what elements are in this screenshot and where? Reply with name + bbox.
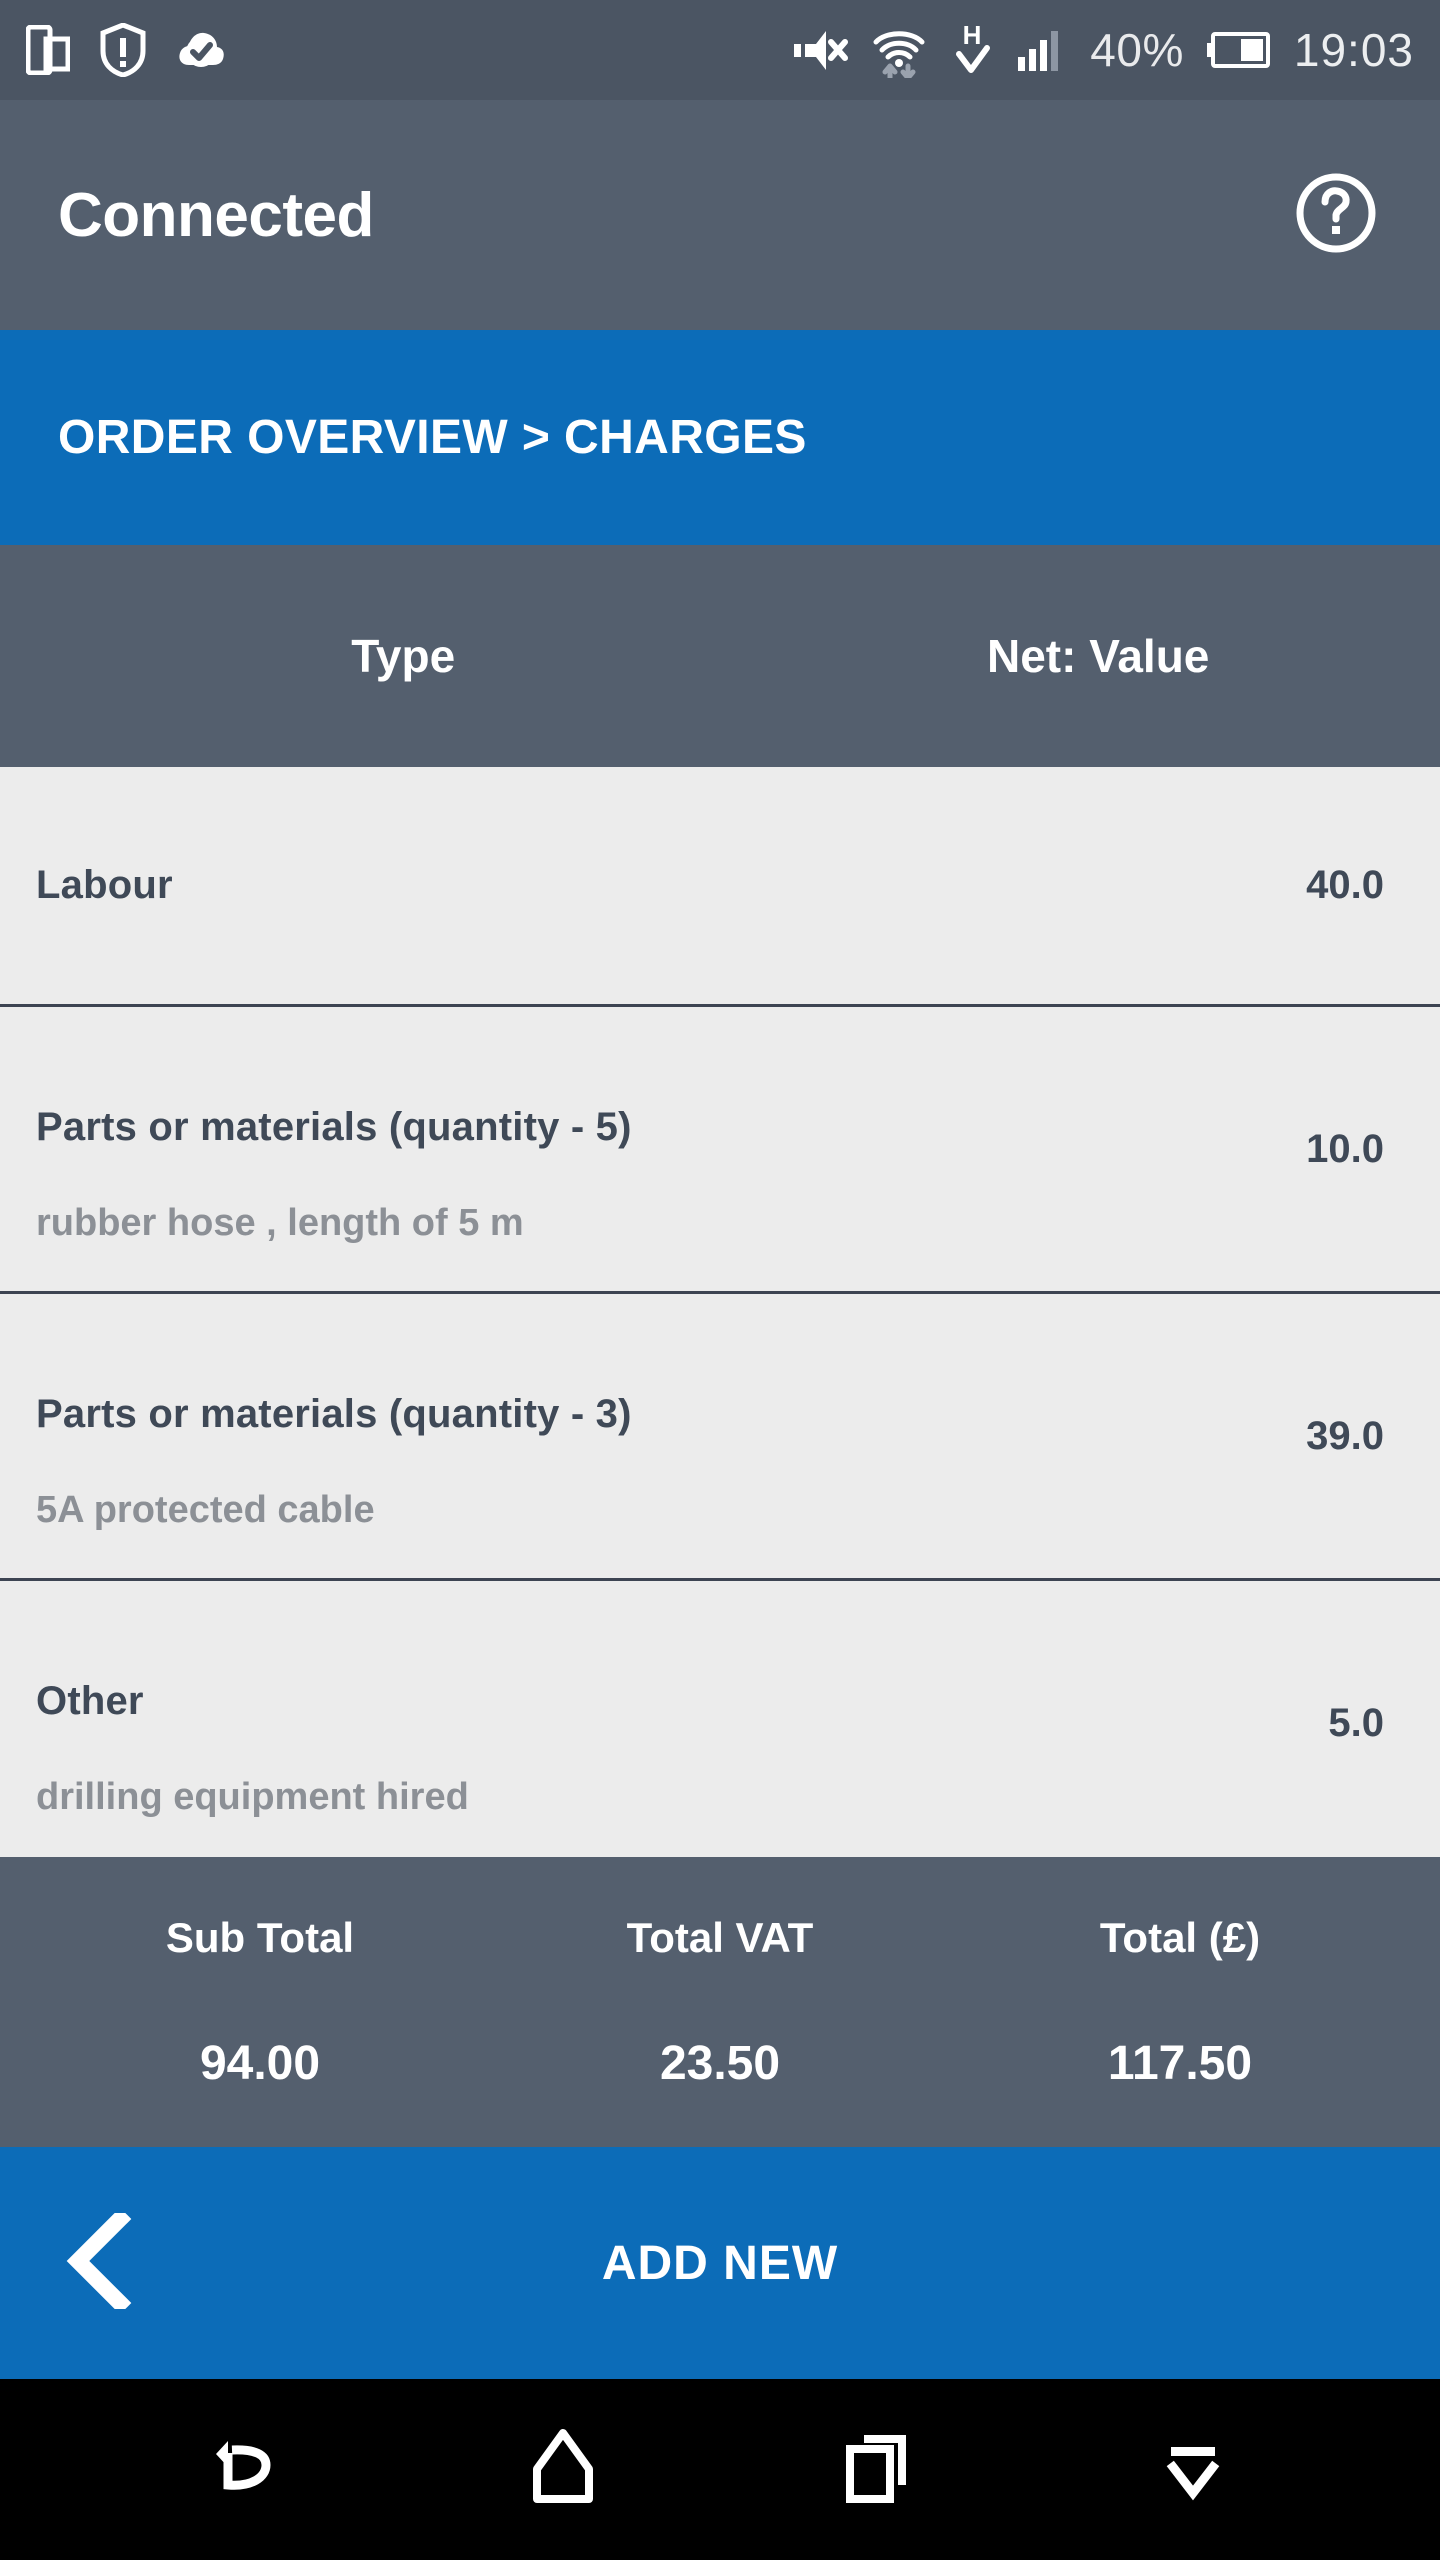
android-nav-bar bbox=[0, 2379, 1440, 2560]
status-bar-left-icons bbox=[26, 23, 226, 77]
status-bar-right-icons: H 40% 19:03 bbox=[792, 22, 1414, 78]
nav-back-icon bbox=[204, 2423, 292, 2516]
nav-home-button[interactable] bbox=[488, 2395, 638, 2545]
total-label: Total (£) bbox=[1099, 1913, 1261, 1961]
add-new-button[interactable] bbox=[960, 2147, 1380, 2379]
battery-icon bbox=[1206, 30, 1272, 70]
row-type-label: Labour bbox=[36, 863, 173, 907]
row-type-label: Parts or materials (quantity - 5) bbox=[36, 1105, 632, 1149]
total-vat-value: 23.50 bbox=[659, 2036, 781, 2090]
row-description-label: rubber hose , length of 5 m bbox=[36, 1202, 524, 1244]
breadcrumb: ORDER OVERVIEW > CHARGES bbox=[58, 411, 807, 464]
page-title: Connected bbox=[58, 180, 374, 250]
breadcrumb-bar[interactable]: ORDER OVERVIEW > CHARGES bbox=[0, 330, 1440, 545]
help-circle-icon bbox=[1294, 171, 1378, 260]
row-value-label: 5.0 bbox=[1328, 1700, 1384, 1745]
column-header-net-value: Net: Value bbox=[986, 630, 1210, 682]
status-bar: H 40% 19:03 bbox=[0, 0, 1440, 100]
help-button[interactable] bbox=[1290, 169, 1382, 261]
wifi-transfer-icon bbox=[870, 22, 928, 78]
nav-hide-keyboard-button[interactable] bbox=[1118, 2395, 1268, 2545]
charges-list: Labour 40.0 Parts or materials (quantity… bbox=[0, 767, 1440, 1857]
back-button[interactable] bbox=[60, 2207, 144, 2314]
sub-total-label: Sub Total bbox=[165, 1913, 355, 1961]
table-header-row: Type Net: Value bbox=[0, 545, 1440, 767]
column-header-type: Type bbox=[351, 630, 456, 682]
row-type-label: Other bbox=[36, 1679, 144, 1723]
hspa-check-icon: H bbox=[950, 22, 994, 78]
totals-label-row: Sub Total Total VAT Total (£) bbox=[30, 1914, 1410, 1962]
svg-text:H: H bbox=[963, 22, 982, 50]
status-bar-clock: 19:03 bbox=[1293, 24, 1414, 76]
row-text-group: Parts or materials (quantity - 5) rubber… bbox=[36, 1007, 1306, 1291]
totals-bar: Sub Total Total VAT Total (£) 94.00 23.5… bbox=[0, 1857, 1440, 2147]
table-row[interactable]: Parts or materials (quantity - 5) rubber… bbox=[0, 1007, 1440, 1294]
volume-mute-icon bbox=[792, 27, 849, 73]
battery-percent-label: 40% bbox=[1090, 24, 1184, 76]
row-text-group: Other drilling equipment hired bbox=[36, 1581, 1328, 1857]
app-header: Connected bbox=[0, 100, 1440, 330]
screen-share-icon bbox=[26, 25, 70, 75]
row-value-label: 10.0 bbox=[1306, 1126, 1384, 1171]
cloud-check-icon bbox=[176, 25, 226, 75]
row-text-group: Parts or materials (quantity - 3) 5A pro… bbox=[36, 1294, 1306, 1578]
table-row[interactable]: Parts or materials (quantity - 3) 5A pro… bbox=[0, 1294, 1440, 1581]
totals-value-row: 94.00 23.50 117.50 bbox=[30, 2036, 1410, 2091]
total-vat-label: Total VAT bbox=[626, 1913, 814, 1961]
row-value-label: 39.0 bbox=[1306, 1413, 1384, 1458]
total-value: 117.50 bbox=[1107, 2036, 1253, 2090]
row-description-label: 5A protected cable bbox=[36, 1489, 375, 1531]
row-value-label: 40.0 bbox=[1306, 863, 1384, 907]
action-bar: ADD NEW bbox=[0, 2147, 1440, 2379]
table-row[interactable]: Other drilling equipment hired 5.0 bbox=[0, 1581, 1440, 1857]
nav-recents-button[interactable] bbox=[803, 2395, 953, 2545]
row-text-group: Labour bbox=[36, 863, 1306, 908]
nav-recents-icon bbox=[838, 2423, 918, 2516]
nav-home-icon bbox=[523, 2423, 603, 2516]
shield-warning-icon bbox=[100, 23, 146, 77]
nav-back-button[interactable] bbox=[173, 2395, 323, 2545]
chevron-left-icon bbox=[60, 2207, 144, 2314]
phone-screen: H 40% 19:03 Connected ORDER OVERVIEW > C… bbox=[0, 0, 1440, 2560]
row-type-label: Parts or materials (quantity - 3) bbox=[36, 1392, 632, 1436]
sub-total-value: 94.00 bbox=[199, 2036, 321, 2090]
row-description-label: drilling equipment hired bbox=[36, 1776, 469, 1818]
signal-bars-icon bbox=[1016, 27, 1068, 73]
table-row[interactable]: Labour 40.0 bbox=[0, 767, 1440, 1007]
nav-hide-keyboard-icon bbox=[1153, 2423, 1233, 2516]
